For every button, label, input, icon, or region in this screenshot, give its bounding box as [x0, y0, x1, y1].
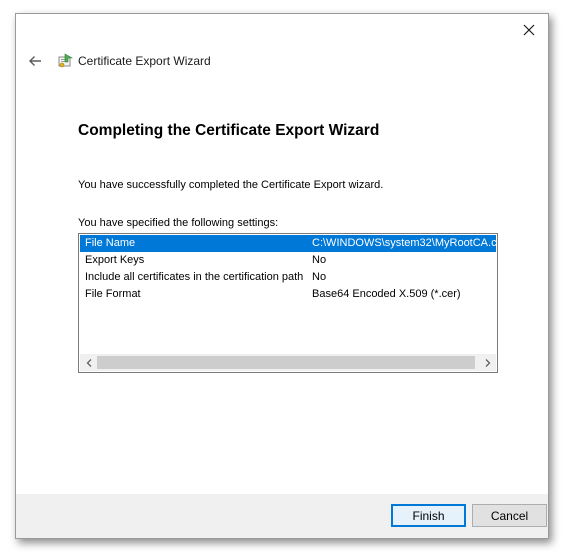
back-button[interactable] [24, 50, 46, 72]
horizontal-scrollbar[interactable] [80, 354, 496, 371]
window-title: Certificate Export Wizard [78, 54, 211, 68]
completion-message: You have successfully completed the Cert… [78, 179, 384, 191]
certificate-wizard-icon [56, 52, 74, 70]
back-arrow-icon [29, 56, 41, 66]
settings-rows: File Name C:\WINDOWS\system32\MyRootCA.c… [80, 235, 498, 303]
wizard-dialog: Certificate Export Wizard Completing the… [15, 13, 549, 539]
scrollbar-track[interactable] [97, 354, 479, 371]
button-bar: Finish Cancel [16, 494, 548, 538]
settings-row-file-format[interactable]: File Format Base64 Encoded X.509 (*.cer) [80, 286, 496, 303]
finish-button[interactable]: Finish [391, 504, 466, 527]
setting-value: No [312, 254, 327, 266]
settings-row-file-name[interactable]: File Name C:\WINDOWS\system32\MyRootCA.c… [80, 235, 498, 252]
setting-name: File Name [85, 237, 136, 249]
settings-list[interactable]: File Name C:\WINDOWS\system32\MyRootCA.c… [78, 233, 498, 373]
scrollbar-thumb[interactable] [97, 356, 476, 369]
scroll-right-button[interactable] [479, 354, 496, 371]
wizard-header: Certificate Export Wizard [24, 50, 211, 72]
setting-name: Export Keys [85, 254, 145, 266]
screen: Certificate Export Wizard Completing the… [0, 0, 567, 554]
setting-name: File Format [85, 288, 141, 300]
settings-row-export-keys[interactable]: Export Keys No [80, 252, 496, 269]
close-button[interactable] [514, 16, 544, 44]
cancel-button[interactable]: Cancel [472, 504, 547, 527]
page-heading: Completing the Certificate Export Wizard [78, 122, 380, 139]
close-icon [523, 24, 535, 36]
chevron-left-icon [86, 358, 91, 367]
scroll-left-button[interactable] [80, 354, 97, 371]
setting-value: Base64 Encoded X.509 (*.cer) [312, 288, 461, 300]
chevron-right-icon [485, 358, 490, 367]
settings-label: You have specified the following setting… [78, 217, 279, 229]
settings-row-include-all-certificates[interactable]: Include all certificates in the certific… [80, 269, 496, 286]
setting-value: No [312, 271, 327, 283]
setting-value: C:\WINDOWS\system32\MyRootCA.cer [312, 237, 498, 249]
setting-name: Include all certificates in the certific… [85, 271, 304, 283]
